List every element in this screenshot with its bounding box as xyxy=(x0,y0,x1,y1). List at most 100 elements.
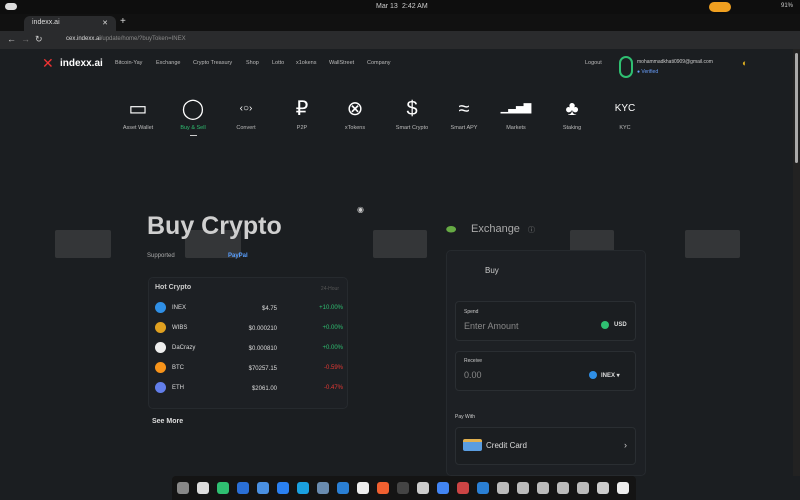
spend-input[interactable]: Enter Amount xyxy=(464,321,519,331)
forward-icon[interactable]: → xyxy=(21,34,30,44)
taskbar-app-icon[interactable] xyxy=(417,482,429,494)
coin-change: -0.47% xyxy=(323,385,343,391)
coin-icon xyxy=(155,382,166,393)
taskbar-app-icon[interactable] xyxy=(517,482,529,494)
taskbar-app-icon[interactable] xyxy=(237,482,249,494)
feature-label: KYC xyxy=(619,125,631,131)
taskbar-app-icon[interactable] xyxy=(577,482,589,494)
taskbar-app-icon[interactable] xyxy=(537,482,549,494)
coin-change: +0.00% xyxy=(322,325,343,331)
reload-icon[interactable]: ↻ xyxy=(35,34,43,45)
taskbar-app-icon[interactable] xyxy=(557,482,569,494)
taskbar-app-icon[interactable] xyxy=(317,482,329,494)
taskbar-app-icon[interactable] xyxy=(177,482,189,494)
markets-icon: ▁▃▅▇ xyxy=(500,103,532,114)
hot-crypto-title: Hot Crypto xyxy=(155,284,192,291)
feature-convert[interactable]: ‹○› Convert xyxy=(226,96,266,131)
address-bar[interactable]: cex.indexx.ai/update/home/?buyToken=INEX xyxy=(48,34,668,46)
table-row[interactable]: WIBS $0.000210 +0.00% xyxy=(155,322,343,336)
nav-crypto-treasury[interactable]: Crypto Treasury xyxy=(193,60,232,66)
taskbar-app-icon[interactable] xyxy=(217,482,229,494)
nav-xtokens[interactable]: x1okens xyxy=(296,60,317,66)
table-row[interactable]: DaCrazy $0.000810 +0.00% xyxy=(155,342,343,356)
coin-icon xyxy=(155,362,166,373)
feature-staking[interactable]: ♣ Staking xyxy=(552,96,592,131)
logo-text[interactable]: indexx.ai xyxy=(60,58,103,69)
feature-markets[interactable]: ▁▃▅▇ Markets xyxy=(496,96,536,131)
url-path: /update/home/?buyToken=INEX xyxy=(100,36,186,42)
taskbar-app-icon[interactable] xyxy=(617,482,629,494)
tab-title: indexx.ai xyxy=(32,19,60,26)
avatar[interactable] xyxy=(619,56,633,78)
nav-lotto[interactable]: Lotto xyxy=(272,60,284,66)
taskbar-app-icon[interactable] xyxy=(377,482,389,494)
taskbar-app-icon[interactable] xyxy=(277,482,289,494)
taskbar-app-icon[interactable] xyxy=(197,482,209,494)
taskbar-app-icon[interactable] xyxy=(437,482,449,494)
feature-label: Markets xyxy=(506,125,526,131)
table-row[interactable]: BTC $70257.15 -0.59% xyxy=(155,362,343,376)
back-icon[interactable]: ← xyxy=(7,34,16,44)
table-row[interactable]: ETH $2061.00 -0.47% xyxy=(155,382,343,396)
feature-buy-sell[interactable]: ◯ Buy & Sell xyxy=(173,96,213,136)
feature-kyc[interactable]: KYC KYC xyxy=(605,96,645,131)
taskbar-app-icon[interactable] xyxy=(477,482,489,494)
table-row[interactable]: INEX $4.75 +10.00% xyxy=(155,302,343,316)
taskbar-app-icon[interactable] xyxy=(297,482,309,494)
chevron-right-icon: › xyxy=(624,440,627,450)
asset-wallet-icon: ▭ xyxy=(128,98,148,120)
taskbar-app-icon[interactable] xyxy=(257,482,269,494)
payment-method-label: Credit Card xyxy=(486,441,527,450)
coin-price: $4.75 xyxy=(261,306,277,312)
coin-change: +10.00% xyxy=(319,305,343,311)
feature-asset-wallet[interactable]: ▭ Asset Wallet xyxy=(118,96,158,131)
browser-tab[interactable]: indexx.ai ✕ xyxy=(24,16,116,31)
taskbar-app-icon[interactable] xyxy=(497,482,509,494)
info-icon[interactable]: ⓘ xyxy=(528,225,535,235)
launcher-pill[interactable] xyxy=(5,3,17,10)
notification-badge[interactable] xyxy=(709,2,731,12)
see-more-link[interactable]: See More xyxy=(152,418,183,425)
xtokens-icon: ⊗ xyxy=(346,98,364,120)
exchange-title: Exchange xyxy=(471,223,520,235)
theme-toggle-icon[interactable]: ◐ xyxy=(742,58,747,68)
paypal-logo: PayPal xyxy=(228,253,248,259)
close-tab-icon[interactable]: ✕ xyxy=(102,19,108,27)
nav-exchange[interactable]: Exchange xyxy=(156,60,180,66)
new-tab-button[interactable]: + xyxy=(120,16,126,27)
indexx-logo-icon: ✕ xyxy=(42,55,54,71)
taskbar-app-icon[interactable] xyxy=(337,482,349,494)
coin-change: -0.59% xyxy=(323,365,343,371)
coin-name: INEX xyxy=(172,305,187,311)
feature-label: Smart APY xyxy=(450,125,478,131)
overview-icon[interactable]: ◉ xyxy=(357,205,364,214)
nav-shop[interactable]: Shop xyxy=(246,60,259,66)
coin-price: $70257.15 xyxy=(248,366,277,372)
logout-link[interactable]: Logout xyxy=(585,60,602,66)
feature-xtokens[interactable]: ⊗ xTokens xyxy=(335,96,375,131)
tab-buy[interactable]: Buy xyxy=(485,266,499,275)
feature-label: P2P xyxy=(296,125,308,131)
feature-label: Staking xyxy=(562,125,582,131)
kyc-icon: KYC xyxy=(614,103,636,114)
battery-level: 91% xyxy=(781,3,794,9)
scrollbar[interactable] xyxy=(793,49,800,476)
system-date: Mar 13 xyxy=(376,3,398,10)
taskbar-app-icon[interactable] xyxy=(597,482,609,494)
nav-company[interactable]: Company xyxy=(367,60,391,66)
credit-card-icon xyxy=(463,439,482,451)
coin-name: DaCrazy xyxy=(172,345,196,351)
taskbar-app-icon[interactable] xyxy=(357,482,369,494)
nav-wallstreet[interactable]: WallStreet xyxy=(329,60,354,66)
spend-field[interactable]: Spend Enter Amount USD xyxy=(455,301,636,341)
payment-method-credit-card[interactable]: Credit Card › xyxy=(455,427,636,465)
taskbar-app-icon[interactable] xyxy=(457,482,469,494)
staking-icon: ♣ xyxy=(565,98,579,120)
feature-smart-apy[interactable]: ≈ Smart APY xyxy=(444,96,484,131)
receive-value: 0.00 xyxy=(464,370,482,380)
feature-smart-crypto[interactable]: $ Smart Crypto xyxy=(392,96,432,131)
receive-currency-select[interactable]: INEX ▾ xyxy=(601,372,620,379)
feature-p2p[interactable]: ₽ P2P xyxy=(282,96,322,131)
taskbar-app-icon[interactable] xyxy=(397,482,409,494)
nav-bitcoin-yay[interactable]: Bitcoin-Yay xyxy=(115,60,142,66)
